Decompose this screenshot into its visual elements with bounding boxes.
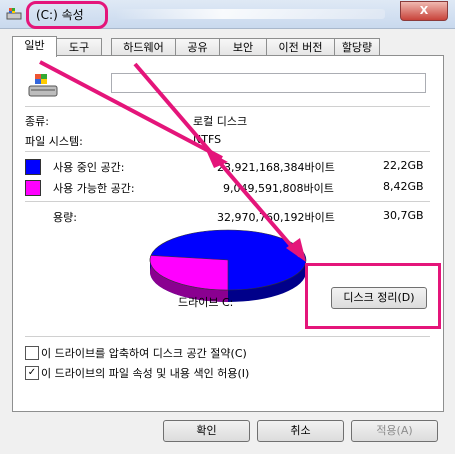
tab-general[interactable]: 일반 (12, 36, 57, 57)
annotation-arrow (39, 60, 223, 160)
annotation-arrow (133, 62, 302, 258)
annotation-arrows (39, 60, 306, 262)
